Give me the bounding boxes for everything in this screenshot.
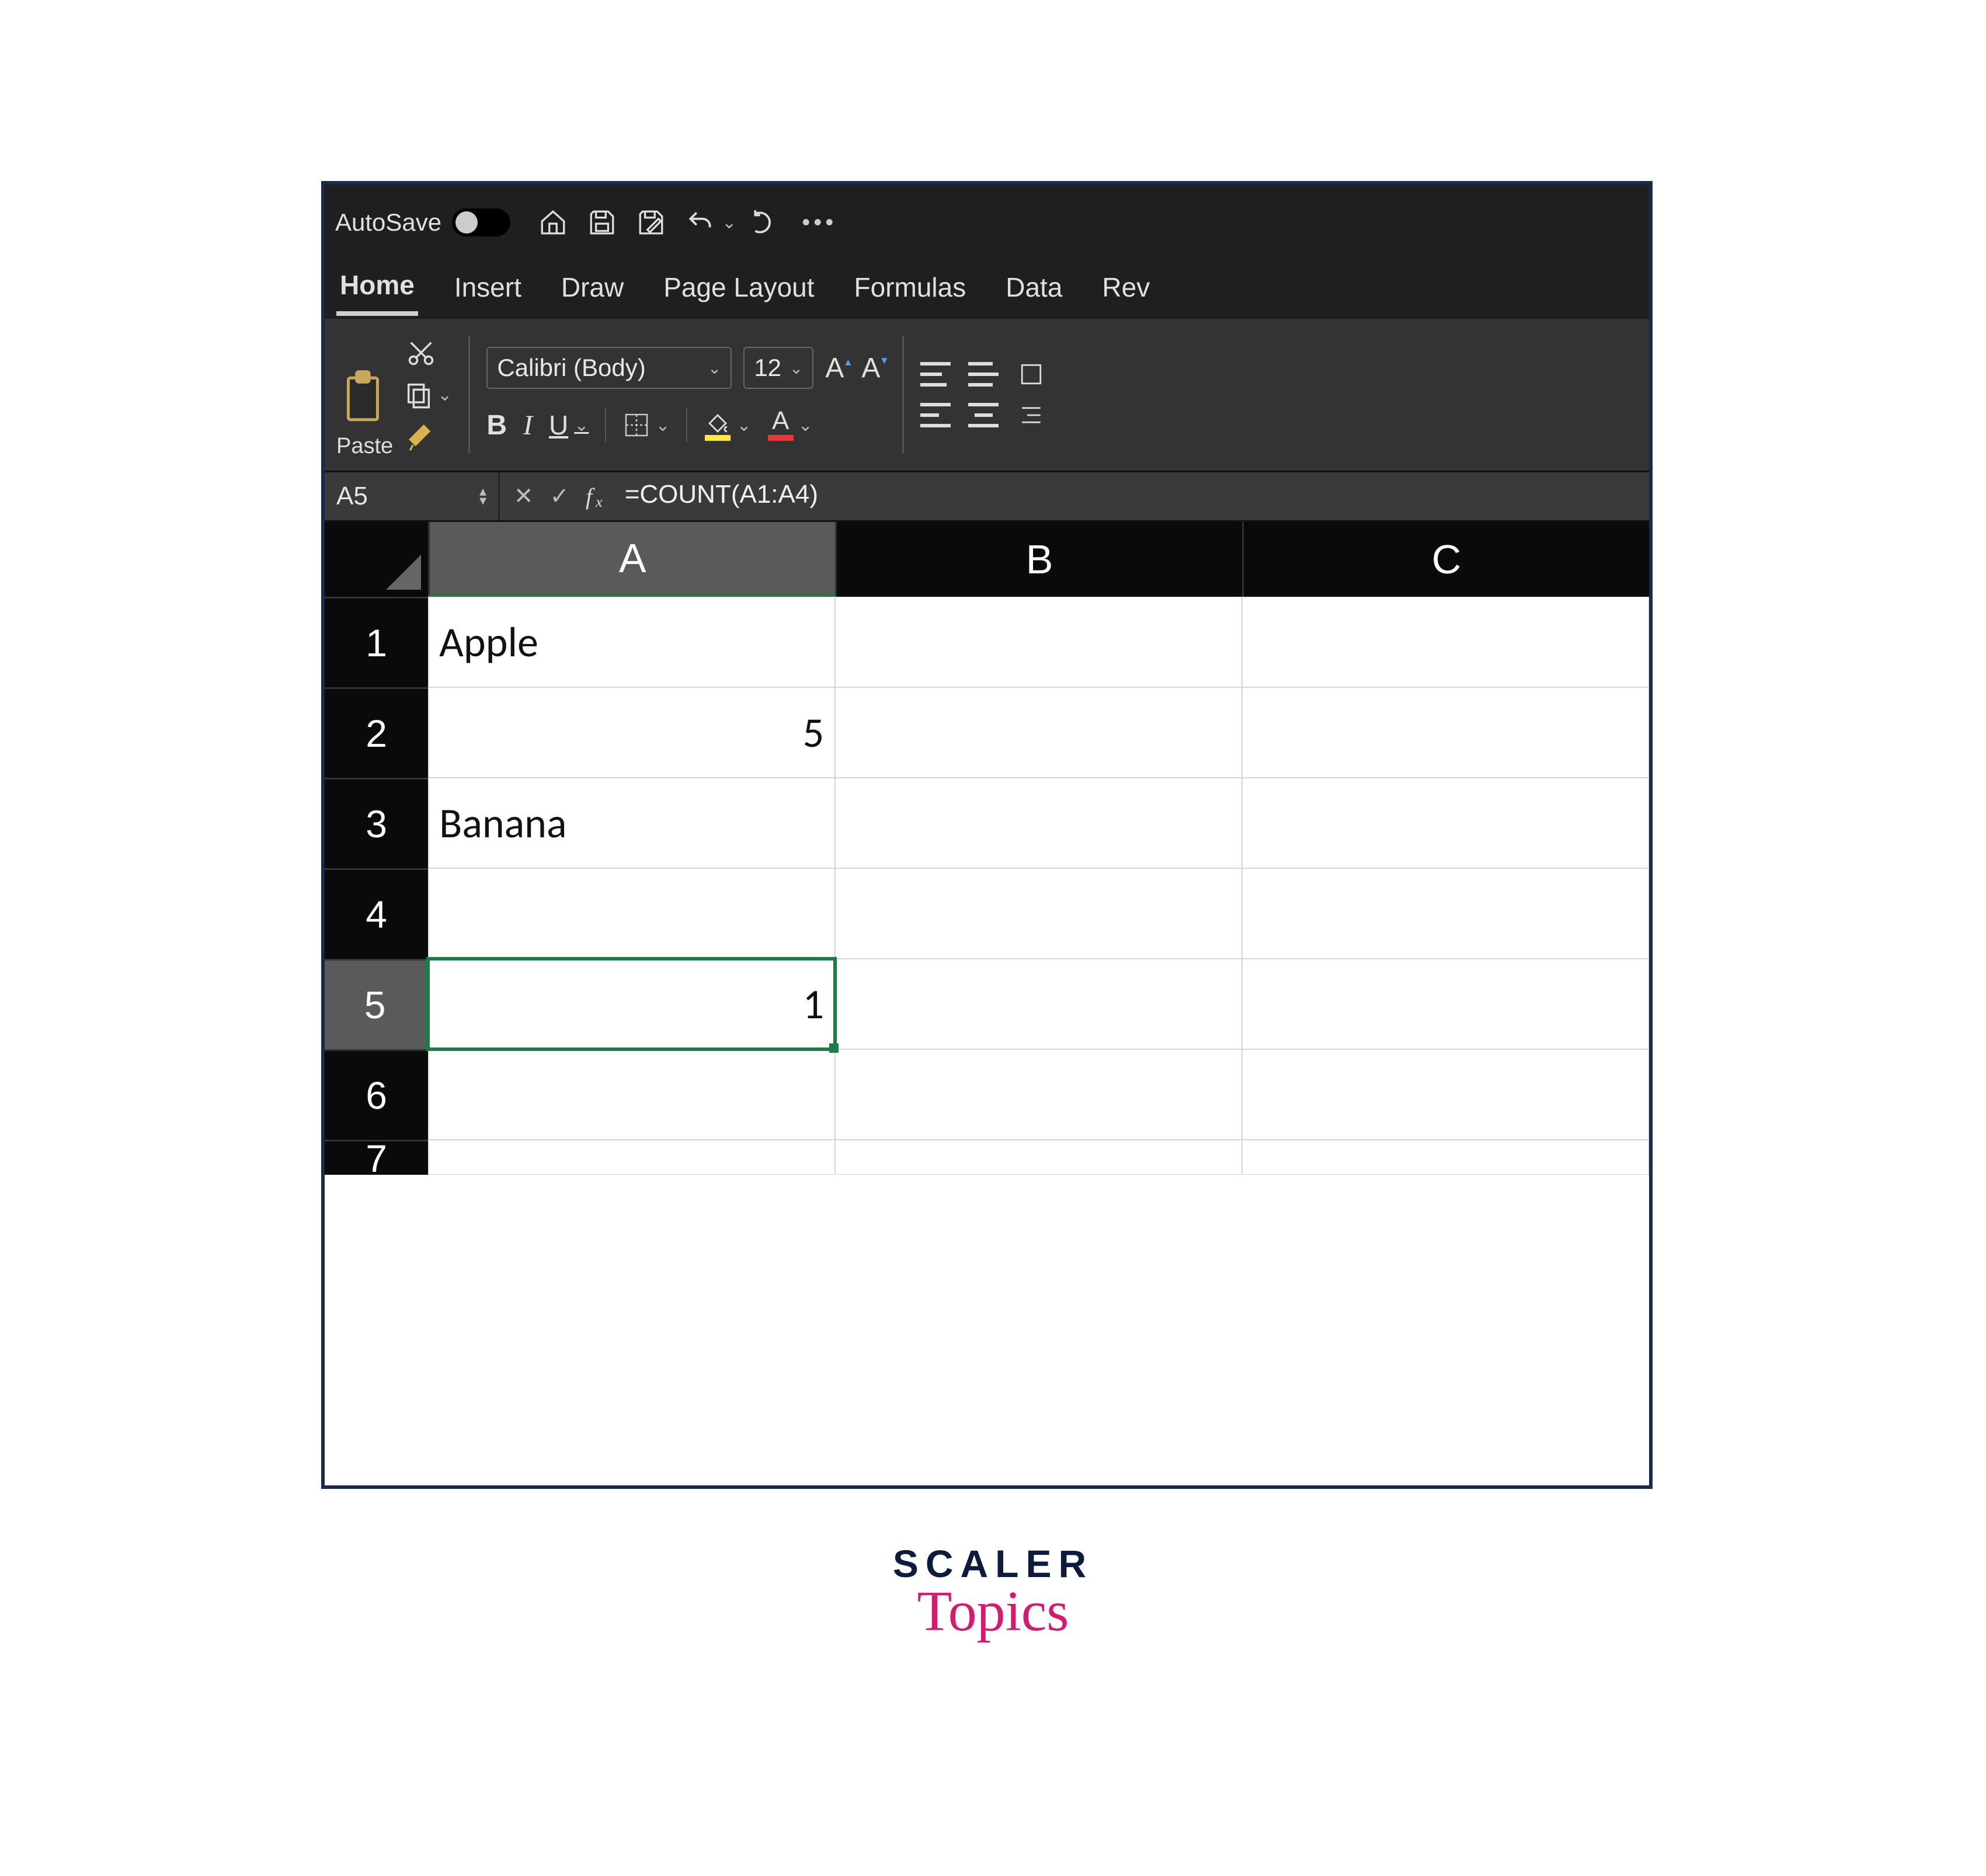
cell-a2[interactable]: 5 — [428, 687, 835, 778]
row-header-1[interactable]: 1 — [325, 597, 428, 687]
paste-group: Paste — [336, 326, 393, 464]
cell-c2[interactable] — [1242, 687, 1649, 778]
formula-input[interactable]: =COUNT(A1:A4) — [617, 480, 1649, 513]
align-left-icon[interactable] — [920, 403, 951, 427]
spreadsheet-grid: A B C 1 Apple 2 5 3 Banana — [325, 522, 1649, 1488]
cell-a4[interactable] — [428, 868, 835, 959]
indent-icon[interactable] — [1016, 403, 1046, 427]
underline-button[interactable]: U ⌄ — [549, 409, 589, 441]
undo-icon[interactable] — [683, 206, 717, 239]
row-header-5[interactable]: 5 — [325, 959, 428, 1049]
cell-c7[interactable] — [1242, 1140, 1649, 1175]
font-name-dropdown[interactable]: Calibri (Body) ⌄ — [486, 347, 732, 389]
cell-b4[interactable] — [835, 868, 1242, 959]
align-top-icon[interactable] — [920, 362, 951, 387]
cell-a6[interactable] — [428, 1049, 835, 1140]
copy-icon[interactable]: ⌄ — [404, 380, 452, 409]
cell-b5[interactable] — [835, 959, 1242, 1049]
borders-button[interactable]: ⌄ — [622, 411, 670, 439]
column-header-a[interactable]: A — [428, 522, 835, 597]
cell-b6[interactable] — [835, 1049, 1242, 1140]
clipboard-side: ⌄ — [404, 326, 452, 464]
cell-a3[interactable]: Banana — [428, 778, 835, 868]
font-group: Calibri (Body) ⌄ 12 ⌄ A▴ A▴ B I U ⌄ ⌄ — [486, 326, 886, 464]
title-bar: AutoSave ⌄ ••• — [325, 185, 1649, 260]
paste-label: Paste — [336, 434, 393, 459]
alignment-group — [920, 326, 1046, 464]
decrease-font-icon[interactable]: A▴ — [861, 352, 886, 384]
name-box-value: A5 — [336, 482, 368, 511]
brand-watermark: SCALER Topics — [893, 1541, 1093, 1644]
row-header-2[interactable]: 2 — [325, 687, 428, 778]
name-box[interactable]: A5 ▴▾ — [325, 472, 500, 520]
row-header-3[interactable]: 3 — [325, 778, 428, 868]
undo-dropdown-icon[interactable]: ⌄ — [722, 213, 736, 233]
save-edit-icon[interactable] — [634, 206, 668, 239]
cut-icon[interactable] — [404, 338, 439, 367]
fx-icon[interactable]: fx — [586, 483, 603, 510]
cell-a5[interactable]: 1 — [428, 959, 835, 1049]
ribbon-body: Paste ⌄ Calibri (Body) ⌄ 12 — [325, 319, 1649, 471]
paste-icon[interactable] — [339, 370, 391, 428]
format-painter-icon[interactable] — [404, 422, 439, 451]
align-middle-icon[interactable] — [968, 362, 999, 387]
cell-b3[interactable] — [835, 778, 1242, 868]
row-header-7[interactable]: 7 — [325, 1140, 428, 1175]
redo-icon[interactable] — [748, 206, 782, 239]
select-all-corner[interactable] — [325, 522, 428, 597]
fill-color-button[interactable]: ⌄ — [704, 409, 751, 441]
increase-font-icon[interactable]: A▴ — [825, 352, 850, 384]
tab-home[interactable]: Home — [336, 263, 418, 316]
cell-b1[interactable] — [835, 597, 1242, 687]
tab-review[interactable]: Rev — [1098, 266, 1153, 314]
row-header-6[interactable]: 6 — [325, 1049, 428, 1140]
cell-c4[interactable] — [1242, 868, 1649, 959]
tab-page-layout[interactable]: Page Layout — [660, 266, 818, 314]
excel-window: AutoSave ⌄ ••• Home Insert Draw Page Lay… — [321, 181, 1653, 1489]
cell-a7[interactable] — [428, 1140, 835, 1175]
tab-data[interactable]: Data — [1002, 266, 1066, 314]
cell-c1[interactable] — [1242, 597, 1649, 687]
bold-button[interactable]: B — [486, 409, 507, 441]
column-header-c[interactable]: C — [1242, 522, 1649, 597]
home-icon[interactable] — [536, 206, 570, 239]
row-header-4[interactable]: 4 — [325, 868, 428, 959]
cell-b7[interactable] — [835, 1140, 1242, 1175]
cell-b2[interactable] — [835, 687, 1242, 778]
font-name-value: Calibri (Body) — [497, 354, 645, 382]
align-center-icon[interactable] — [968, 403, 999, 427]
autosave-toggle[interactable] — [452, 208, 510, 236]
save-icon[interactable] — [585, 206, 619, 239]
formula-bar: A5 ▴▾ ✕ ✓ fx =COUNT(A1:A4) — [325, 471, 1649, 522]
autosave-toggle-group: AutoSave — [335, 208, 510, 236]
italic-button[interactable]: I — [523, 409, 533, 441]
cell-c5[interactable] — [1242, 959, 1649, 1049]
chevron-down-icon: ⌄ — [708, 359, 721, 378]
font-size-dropdown[interactable]: 12 ⌄ — [743, 347, 813, 389]
tab-draw[interactable]: Draw — [558, 266, 627, 314]
ribbon-tabs: Home Insert Draw Page Layout Formulas Da… — [325, 260, 1649, 319]
cell-c6[interactable] — [1242, 1049, 1649, 1140]
name-box-stepper-icon[interactable]: ▴▾ — [479, 488, 486, 505]
cell-c3[interactable] — [1242, 778, 1649, 868]
font-size-value: 12 — [754, 354, 781, 382]
autosave-label: AutoSave — [335, 208, 441, 236]
formula-text: =COUNT(A1:A4) — [625, 480, 818, 509]
chevron-down-icon: ⌄ — [789, 359, 803, 378]
more-commands-icon[interactable]: ••• — [802, 210, 837, 236]
cell-a1[interactable]: Apple — [428, 597, 835, 687]
cancel-formula-icon[interactable]: ✕ — [514, 483, 534, 510]
tab-insert[interactable]: Insert — [451, 266, 525, 314]
brand-line2: Topics — [893, 1579, 1093, 1644]
column-header-b[interactable]: B — [835, 522, 1242, 597]
font-color-button[interactable]: A ⌄ — [768, 409, 813, 441]
tab-formulas[interactable]: Formulas — [851, 266, 970, 314]
orientation-icon[interactable] — [1016, 362, 1046, 387]
confirm-formula-icon[interactable]: ✓ — [550, 483, 570, 510]
column-headers: A B C — [325, 522, 1649, 597]
